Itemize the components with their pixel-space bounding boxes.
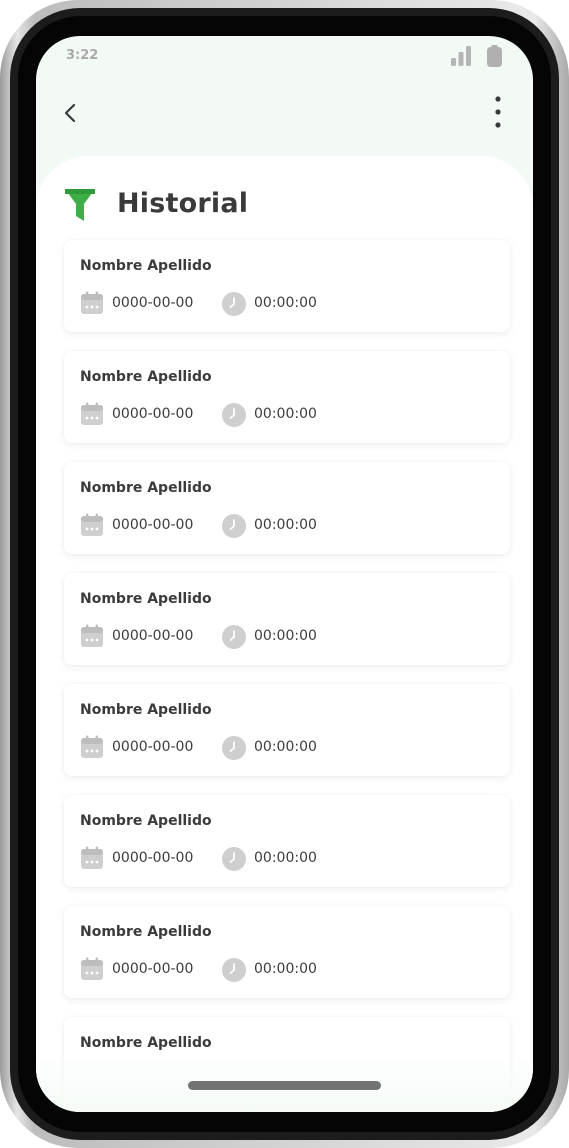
calendar-icon <box>81 402 103 425</box>
screen: 3:22 Historial Nombre Apellido 0000-00-0… <box>36 36 533 1112</box>
history-item[interactable]: Nombre Apellido 0000-00-00 00:00:00 <box>64 795 510 887</box>
calendar-icon <box>81 957 103 980</box>
nav-bar <box>36 80 533 150</box>
calendar-icon <box>81 291 103 314</box>
home-indicator[interactable] <box>188 1081 381 1090</box>
back-button[interactable] <box>56 98 86 128</box>
history-item-name: Nombre Apellido <box>80 924 212 940</box>
history-item-time: 00:00:00 <box>254 295 317 311</box>
clock-icon <box>222 736 246 760</box>
page-title: Historial <box>117 188 249 219</box>
history-item-time: 00:00:00 <box>254 628 317 644</box>
history-item-name: Nombre Apellido <box>80 591 212 607</box>
history-item[interactable]: Nombre Apellido 0000-00-00 00:00:00 <box>64 684 510 776</box>
history-item-name: Nombre Apellido <box>80 369 212 385</box>
history-item-date: 0000-00-00 <box>112 850 194 866</box>
history-item-date: 0000-00-00 <box>112 406 194 422</box>
history-panel: Historial Nombre Apellido 0000-00-00 00:… <box>36 156 533 1112</box>
calendar-icon <box>81 513 103 536</box>
history-item-name: Nombre Apellido <box>80 1035 212 1051</box>
history-item-name: Nombre Apellido <box>80 258 212 274</box>
history-item-time: 00:00:00 <box>254 961 317 977</box>
history-item[interactable]: Nombre Apellido 0000-00-00 00:00:00 <box>64 351 510 443</box>
filter-icon[interactable] <box>64 188 96 222</box>
history-item[interactable]: Nombre Apellido 0000-00-00 00:00:00 <box>64 573 510 665</box>
calendar-icon <box>81 735 103 758</box>
status-time: 3:22 <box>66 48 99 63</box>
history-item-time: 00:00:00 <box>254 406 317 422</box>
history-item-name: Nombre Apellido <box>80 813 212 829</box>
history-item[interactable]: Nombre Apellido 0000-00-00 00:00:00 <box>64 240 510 332</box>
clock-icon <box>222 514 246 538</box>
history-item-time: 00:00:00 <box>254 517 317 533</box>
history-item-time: 00:00:00 <box>254 850 317 866</box>
history-item[interactable]: Nombre Apellido 0000-00-00 00:00:00 <box>64 462 510 554</box>
calendar-icon <box>81 846 103 869</box>
status-bar: 3:22 <box>36 36 533 80</box>
history-item-time: 00:00:00 <box>254 739 317 755</box>
phone-frame: 3:22 Historial Nombre Apellido 0000-00-0… <box>0 0 569 1148</box>
history-item-date: 0000-00-00 <box>112 295 194 311</box>
history-item-date: 0000-00-00 <box>112 628 194 644</box>
history-item-date: 0000-00-00 <box>112 739 194 755</box>
clock-icon <box>222 958 246 982</box>
history-item-name: Nombre Apellido <box>80 480 212 496</box>
chevron-left-icon <box>64 103 76 123</box>
history-item[interactable]: Nombre Apellido 0000-00-00 00:00:00 <box>64 906 510 998</box>
more-vertical-icon <box>495 96 501 128</box>
clock-icon <box>222 847 246 871</box>
signal-icon <box>451 46 471 66</box>
more-options-button[interactable] <box>488 94 508 132</box>
history-item-date: 0000-00-00 <box>112 961 194 977</box>
history-header: Historial <box>64 186 504 222</box>
history-item-name: Nombre Apellido <box>80 702 212 718</box>
clock-icon <box>222 625 246 649</box>
calendar-icon <box>81 624 103 647</box>
history-item-date: 0000-00-00 <box>112 517 194 533</box>
clock-icon <box>222 292 246 316</box>
battery-icon <box>487 45 502 67</box>
clock-icon <box>222 403 246 427</box>
